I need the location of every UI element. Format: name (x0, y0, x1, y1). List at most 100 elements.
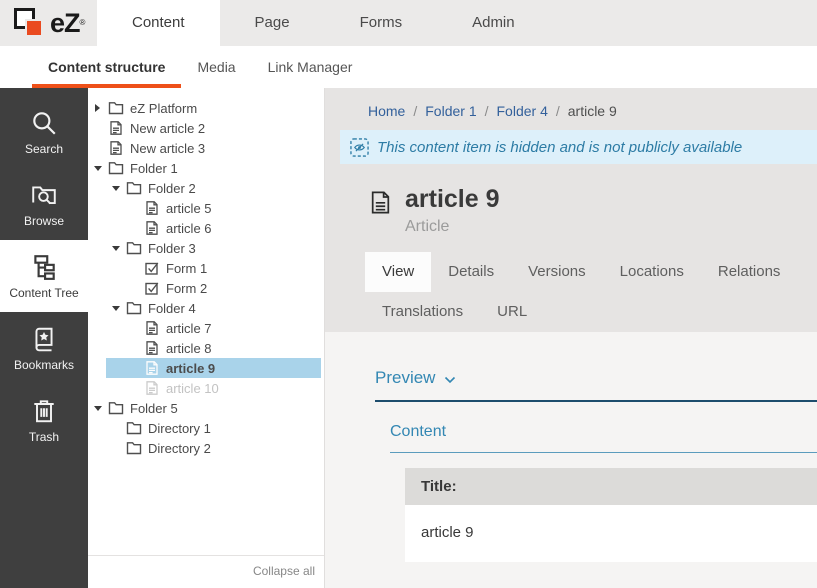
tree-item-folder-3[interactable]: Folder 3 (88, 238, 324, 258)
tree-expand-arrow-icon[interactable] (94, 104, 108, 112)
article-icon (144, 220, 160, 236)
main-tab-content[interactable]: Content (97, 0, 220, 46)
sidebar-item-trash[interactable]: Trash (0, 384, 88, 456)
tab-translations[interactable]: Translations (365, 292, 480, 332)
tab-versions[interactable]: Versions (511, 252, 603, 292)
tree-item-article-7[interactable]: article 7 (88, 318, 324, 338)
article-icon (108, 120, 124, 136)
browse-icon (30, 181, 58, 209)
article-icon (108, 140, 124, 156)
tree-item-folder-2[interactable]: Folder 2 (88, 178, 324, 198)
chevron-down-icon (444, 376, 456, 384)
breadcrumb-link-folder-1[interactable]: Folder 1 (425, 103, 476, 119)
preview-heading: Preview (375, 368, 435, 388)
form-icon (144, 280, 160, 296)
subnav-item-link-manager[interactable]: Link Manager (252, 50, 369, 88)
folder-icon (108, 100, 124, 116)
tab-locations[interactable]: Locations (603, 252, 701, 292)
tree-item-article-6[interactable]: article 6 (88, 218, 324, 238)
article-icon (144, 340, 160, 356)
ez-logo[interactable]: eZ ® (0, 0, 97, 46)
main-tab-forms[interactable]: Forms (325, 0, 438, 46)
tree-item-form-1[interactable]: Form 1 (88, 258, 324, 278)
main-nav: ContentPageFormsAdmin (97, 0, 550, 46)
folder-icon (126, 180, 142, 196)
breadcrumb-link-folder-4[interactable]: Folder 4 (497, 103, 548, 119)
form-icon (144, 260, 160, 276)
tree-item-label: eZ Platform (130, 101, 197, 116)
tree-item-folder-1[interactable]: Folder 1 (88, 158, 324, 178)
tree-item-ez-platform[interactable]: eZ Platform (88, 98, 324, 118)
bookmarks-icon (30, 325, 58, 353)
folder-icon (126, 440, 142, 456)
sidebar-item-content-tree[interactable]: Content Tree (0, 240, 88, 312)
article-type-icon (368, 187, 393, 218)
tab-view[interactable]: View (365, 252, 431, 292)
preview-toggle[interactable]: Preview (375, 368, 817, 402)
content-tree-icon (30, 253, 58, 281)
tree-item-form-2[interactable]: Form 2 (88, 278, 324, 298)
view-section: Preview Content Title: article 9 (325, 332, 817, 588)
secondary-nav: Content structureMediaLink Manager (0, 46, 817, 88)
sidebar-item-label: Content Tree (9, 286, 78, 300)
field-label: Title: (405, 468, 817, 505)
tree-item-label: article 9 (166, 361, 215, 376)
field-table: Title: article 9 (405, 468, 817, 562)
tree-item-folder-5[interactable]: Folder 5 (88, 398, 324, 418)
sidebar-item-bookmarks[interactable]: Bookmarks (0, 312, 88, 384)
tree-item-article-10[interactable]: article 10 (88, 378, 324, 398)
tree-footer: Collapse all (88, 555, 324, 588)
tree-item-article-5[interactable]: article 5 (88, 198, 324, 218)
tree-item-label: Folder 5 (130, 401, 178, 416)
tree-item-label: Form 2 (166, 281, 207, 296)
sidebar-item-search[interactable]: Search (0, 96, 88, 168)
breadcrumb-current: article 9 (568, 103, 617, 119)
tree-item-label: article 5 (166, 201, 212, 216)
logo-registered-mark: ® (80, 13, 86, 33)
tree-item-article-8[interactable]: article 8 (88, 338, 324, 358)
tab-details[interactable]: Details (431, 252, 511, 292)
content-tree: eZ Platform New article 2 New article 3 Fol… (88, 88, 324, 555)
collapse-all-button[interactable]: Collapse all (253, 564, 315, 578)
tree-item-new-article-3[interactable]: New article 3 (88, 138, 324, 158)
folder-icon (126, 420, 142, 436)
tree-item-label: Folder 1 (130, 161, 178, 176)
tree-item-label: New article 3 (130, 141, 205, 156)
breadcrumb-separator: / (405, 103, 425, 119)
ez-logo-icon (14, 6, 48, 40)
search-icon (30, 109, 58, 137)
tree-item-folder-4[interactable]: Folder 4 (88, 298, 324, 318)
tree-expand-arrow-icon[interactable] (94, 165, 108, 171)
content-tab-bar: ViewDetailsVersionsLocationsRelations Tra… (365, 252, 817, 332)
breadcrumb-link-home[interactable]: Home (368, 103, 405, 119)
tab-url[interactable]: URL (480, 292, 544, 332)
sidebar-item-browse[interactable]: Browse (0, 168, 88, 240)
folder-icon (108, 160, 124, 176)
breadcrumb-separator: / (548, 103, 568, 119)
article-icon (144, 360, 160, 376)
top-bar: eZ ® ContentPageFormsAdmin (0, 0, 817, 46)
subnav-item-content-structure[interactable]: Content structure (32, 50, 181, 88)
tree-expand-arrow-icon[interactable] (112, 245, 126, 251)
tree-item-label: Directory 1 (148, 421, 211, 436)
tab-relations[interactable]: Relations (701, 252, 798, 292)
app-window: eZ ® ContentPageFormsAdmin Content struc… (0, 0, 817, 588)
tree-item-directory-2[interactable]: Directory 2 (88, 438, 324, 458)
tree-item-article-9[interactable]: article 9 (106, 358, 321, 378)
content-section-heading: Content (390, 423, 817, 453)
tree-expand-arrow-icon[interactable] (112, 185, 126, 191)
content-tree-panel: eZ Platform New article 2 New article 3 Fol… (88, 88, 325, 588)
breadcrumb: Home/Folder 1/Folder 4/article 9 (325, 88, 817, 130)
subnav-item-media[interactable]: Media (181, 50, 251, 88)
tree-item-label: Folder 2 (148, 181, 196, 196)
breadcrumb-separator: / (477, 103, 497, 119)
tree-expand-arrow-icon[interactable] (94, 405, 108, 411)
tree-item-new-article-2[interactable]: New article 2 (88, 118, 324, 138)
article-icon (144, 380, 160, 396)
content-type-label: Article (405, 218, 500, 236)
main-tab-admin[interactable]: Admin (437, 0, 550, 46)
main-tab-page[interactable]: Page (220, 0, 325, 46)
left-icon-sidebar: SearchBrowse Content Tree BookmarksTrash (0, 88, 88, 588)
tree-expand-arrow-icon[interactable] (112, 305, 126, 311)
tree-item-directory-1[interactable]: Directory 1 (88, 418, 324, 438)
